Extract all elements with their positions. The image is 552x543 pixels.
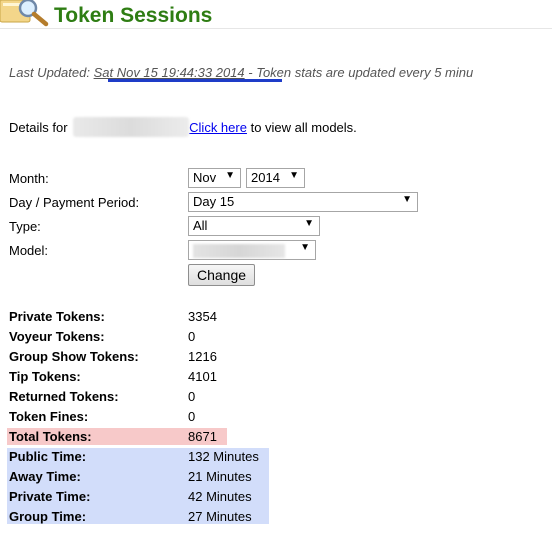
redacted-model-value: [193, 244, 285, 258]
stat-row-total-tokens: Total Tokens: 8671: [7, 428, 227, 445]
last-updated-date-link[interactable]: Sat Nov 15 19:44:33 2014: [94, 65, 245, 80]
stat-label: Token Fines:: [9, 409, 89, 424]
redacted-model-name: [73, 117, 190, 137]
stat-value: 27 Minutes: [188, 509, 252, 524]
stat-label: Away Time:: [9, 469, 81, 484]
view-all-models-link[interactable]: Click here: [189, 120, 247, 135]
year-select[interactable]: 2014 ▼: [246, 168, 305, 188]
month-label: Month:: [9, 171, 49, 186]
day-period-select-value: Day 15: [193, 194, 235, 209]
header-divider: [0, 28, 552, 29]
stat-row-group-time: Group Time: 27 Minutes: [7, 508, 269, 524]
month-select-value: Nov: [193, 170, 217, 185]
magnifier-icon: [0, 0, 49, 27]
stat-row-private-time: Private Time: 42 Minutes: [7, 488, 269, 508]
stat-label: Voyeur Tokens:: [9, 329, 105, 344]
date-highlight-underline: [108, 79, 282, 82]
type-select-value: All: [193, 218, 208, 233]
model-label: Model:: [9, 243, 49, 258]
stat-label: Private Tokens:: [9, 309, 105, 324]
day-period-select[interactable]: Day 15 ▼: [188, 192, 418, 212]
stat-value: 132 Minutes: [188, 449, 259, 464]
dropdown-arrow-icon: ▼: [300, 242, 310, 253]
type-label: Type:: [9, 219, 41, 234]
dropdown-arrow-icon: ▼: [304, 218, 314, 229]
day-period-label: Day / Payment Period:: [9, 195, 140, 210]
stat-label: Private Time:: [9, 489, 91, 504]
stat-value: 8671: [188, 429, 217, 444]
stat-label: Returned Tokens:: [9, 389, 119, 404]
page-header: Token Sessions: [0, 0, 552, 30]
type-select[interactable]: All ▼: [188, 216, 320, 236]
stat-label: Total Tokens:: [9, 429, 92, 444]
dropdown-arrow-icon: ▼: [402, 194, 412, 205]
stat-value: 0: [188, 409, 196, 424]
stat-value: 1216: [188, 349, 217, 364]
last-updated-line: Last Updated: Sat Nov 15 19:44:33 2014 -…: [9, 65, 473, 80]
stat-row-away-time: Away Time: 21 Minutes: [7, 468, 269, 488]
stat-value: 0: [188, 329, 196, 344]
stat-label: Tip Tokens:: [9, 369, 81, 384]
dropdown-arrow-icon: ▼: [225, 170, 235, 181]
details-line: Details for Click here to view all model…: [9, 117, 357, 137]
change-button[interactable]: Change: [188, 264, 255, 286]
last-updated-note: - Token stats are updated every 5 minu: [244, 65, 474, 80]
year-select-value: 2014: [251, 170, 280, 185]
page-title: Token Sessions: [54, 4, 213, 27]
dropdown-arrow-icon: ▼: [289, 170, 299, 181]
stat-label: Group Time:: [9, 509, 87, 524]
stat-value: 4101: [188, 369, 217, 384]
stat-value: 0: [188, 389, 196, 404]
last-updated-label: Last Updated:: [9, 65, 90, 80]
month-select[interactable]: Nov ▼: [188, 168, 241, 188]
stat-label: Public Time:: [9, 449, 87, 464]
stat-row-public-time: Public Time: 132 Minutes: [7, 448, 269, 468]
model-select[interactable]: ▼: [188, 240, 316, 260]
details-prefix: Details for: [9, 120, 68, 135]
stat-value: 3354: [188, 309, 217, 324]
stat-label: Group Show Tokens:: [9, 349, 139, 364]
stat-value: 42 Minutes: [188, 489, 252, 504]
stat-value: 21 Minutes: [188, 469, 252, 484]
details-suffix: to view all models.: [250, 120, 357, 135]
